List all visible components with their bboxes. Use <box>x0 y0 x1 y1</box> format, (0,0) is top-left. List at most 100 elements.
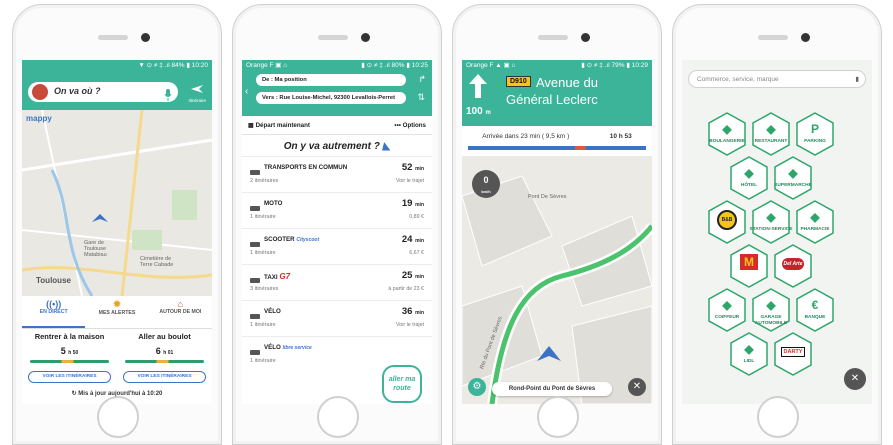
card-title: Aller au boulot <box>138 332 191 341</box>
del-arte-icon: Del Arte <box>774 254 812 270</box>
plane-icon <box>191 80 204 97</box>
fuel-icon: ◆ <box>766 210 776 224</box>
mode-row[interactable]: TRANSPORTS EN COMMUN 2 itinéraires 52 min V… <box>242 156 432 192</box>
guidance-header: Orange F ▲ ▣ ⌂ ▮ ⊙ ≠ ‡ .ıl 79% ▮ 10:29 10… <box>462 60 652 126</box>
mode-row[interactable]: TAXI G7 3 itinéraires 25 min à partir de 23… <box>242 264 432 300</box>
swap-icon[interactable]: ⇅ <box>417 92 425 103</box>
fork-knife-icon: ◆ <box>766 122 776 136</box>
speedometer: 0 km/h <box>472 170 500 198</box>
category-brand-bb[interactable]: B&B <box>708 200 746 244</box>
mode-itineraries: 1 itinéraire <box>250 250 276 256</box>
mode-duration: 25 min <box>401 270 424 281</box>
poi-search-input[interactable]: Commerce, service, marque ▮ <box>688 70 866 88</box>
speaker <box>318 35 348 40</box>
category-label: GARAGE AUTOMOBILE <box>754 315 788 326</box>
camera <box>801 33 810 42</box>
category-banque[interactable]: € BANQUE <box>796 288 834 332</box>
add-stop-icon[interactable]: ↱ <box>418 74 426 85</box>
speaker <box>758 35 788 40</box>
category-label: BOULANGERIE <box>709 139 745 144</box>
mode-row[interactable]: MOTO 1 itinéraire 19 min 0,89 € <box>242 192 432 228</box>
map[interactable]: mappy Gare de Toulouse Matabiau Cimetièr… <box>22 110 212 326</box>
category-lidl[interactable]: ◆ LIDL <box>730 332 768 376</box>
cart-icon: ◆ <box>788 166 798 180</box>
mode-name: VÉLO libre service <box>264 344 312 351</box>
category-boulangerie[interactable]: ◆ BOULANGERIE <box>708 112 746 156</box>
card-duration: 6 h 01 <box>155 346 174 356</box>
screen-home: ▼ ⊙ ≠ ‡ .ıl 84% ▮ 10:20 On va où ? Itiné… <box>22 60 212 404</box>
tab-around[interactable]: ⌂ AUTOUR DE MOI <box>149 296 212 328</box>
mode-itineraries: 1 itinéraire <box>250 214 276 220</box>
mode-duration: 36 min <box>401 306 424 317</box>
camera <box>361 33 370 42</box>
home-button[interactable] <box>757 396 799 438</box>
distance: 100 m <box>466 106 491 117</box>
slogan: On y va autrement ? ◣ <box>283 141 391 152</box>
pharmacy-icon: ◆ <box>810 210 820 224</box>
from-field[interactable]: De : Ma position <box>256 74 406 86</box>
tab-alerts[interactable]: ✹ MES ALERTES <box>85 296 148 328</box>
to-field[interactable]: Vers : Rue Louise-Michel, 92300 Levalloi… <box>256 92 406 104</box>
category-restaurant[interactable]: ◆ RESTAURANT <box>752 112 790 156</box>
mode-name: TRANSPORTS EN COMMUN <box>264 164 348 171</box>
category-label: BANQUE <box>804 315 826 320</box>
traffic-bar <box>30 360 109 363</box>
mode-price: Voir le trajet <box>396 322 424 328</box>
home-tabs: ((•)) EN DIRECT ✹ MES ALERTES ⌂ AUTOUR D… <box>22 296 212 329</box>
category-supermarch-[interactable]: ◆ SUPERMARCHÉ <box>774 156 812 200</box>
category-coiffeur[interactable]: ◆ COIFFEUR <box>708 288 746 332</box>
moto-icon <box>250 199 260 211</box>
category-label: PHARMACIE <box>800 227 830 232</box>
home-button[interactable] <box>317 396 359 438</box>
tab-live[interactable]: ((•)) EN DIRECT <box>22 296 86 328</box>
microphone-icon[interactable]: ▮ <box>855 71 859 89</box>
home-button[interactable] <box>537 396 579 438</box>
map-label: Cimetière de Terre Cabade <box>140 256 174 268</box>
category-label: HÔTEL <box>740 183 758 188</box>
departure-time[interactable]: ▦ Départ maintenant <box>248 122 310 129</box>
calendar-icon: ▦ <box>248 121 254 129</box>
category-pharmacie[interactable]: ◆ PHARMACIE <box>796 200 834 244</box>
avatar[interactable] <box>32 84 48 100</box>
category-garage-automobile[interactable]: ◆ GARAGE AUTOMOBILE <box>752 288 790 332</box>
home-button[interactable] <box>97 396 139 438</box>
mode-row[interactable]: VÉLO 1 itinéraire 36 min Voir le trajet <box>242 300 432 336</box>
microphone-icon[interactable] <box>164 86 172 104</box>
settings-button[interactable]: ⚙ <box>468 378 486 396</box>
search-input[interactable]: On va où ? <box>28 82 178 102</box>
search-placeholder: Commerce, service, marque <box>697 76 779 83</box>
close-button[interactable]: ✕ <box>844 368 866 390</box>
category-h-tel[interactable]: ◆ HÔTEL <box>730 156 768 200</box>
brand-bb-icon: B&B <box>708 210 746 230</box>
back-icon[interactable]: ‹ <box>245 86 248 97</box>
category-darty[interactable]: DARTY <box>774 332 812 376</box>
map-label: Gare de Toulouse Matabiau <box>84 240 107 258</box>
mode-duration: 24 min <box>401 234 424 245</box>
see-itineraries-button[interactable]: VOIR LES ITINÉRAIRES <box>28 371 111 383</box>
search-placeholder: On va où ? <box>54 86 101 96</box>
itinerary-button[interactable]: Itinéraire <box>188 80 206 103</box>
go-my-way-button[interactable]: aller ma route <box>382 365 422 403</box>
category-label: COIFFEUR <box>714 315 740 320</box>
category-del-arte[interactable]: Del Arte <box>774 244 812 288</box>
mode-row[interactable]: SCOOTER Cityscoot 1 itinéraire 24 min 6,67 … <box>242 228 432 264</box>
traffic-bar <box>125 360 204 363</box>
speaker <box>538 35 568 40</box>
category-mcdonalds[interactable]: M <box>730 244 768 288</box>
mode-name: MOTO <box>264 200 283 207</box>
mode-price: Voir le trajet <box>396 178 424 184</box>
phone-modes: Orange F ▣ ⌂ ▮ ⊙ ≠ ‡ .ıl 80% ▮ 10:25 ‹ De… <box>232 4 442 445</box>
close-button[interactable]: ✕ <box>628 378 646 396</box>
cap-icon: ◣ <box>382 141 391 152</box>
euro-icon: € <box>811 298 819 312</box>
mode-duration: 52 min <box>401 162 424 173</box>
options-button[interactable]: ••• Options <box>394 122 426 129</box>
see-itineraries-button[interactable]: VOIR LES ITINÉRAIRES <box>123 371 206 383</box>
refresh-icon[interactable]: ↻ <box>72 391 77 397</box>
category-station-service[interactable]: ◆ STATION-SERVICE <box>750 200 792 244</box>
route-progress <box>468 146 646 150</box>
current-street: Rond-Point du Pont de Sèvres <box>492 382 612 396</box>
category-parking[interactable]: P PARKING <box>796 112 834 156</box>
mode-price: à partir de 23 € <box>388 286 424 292</box>
mode-list: TRANSPORTS EN COMMUN 2 itinéraires 52 min V… <box>242 156 432 372</box>
